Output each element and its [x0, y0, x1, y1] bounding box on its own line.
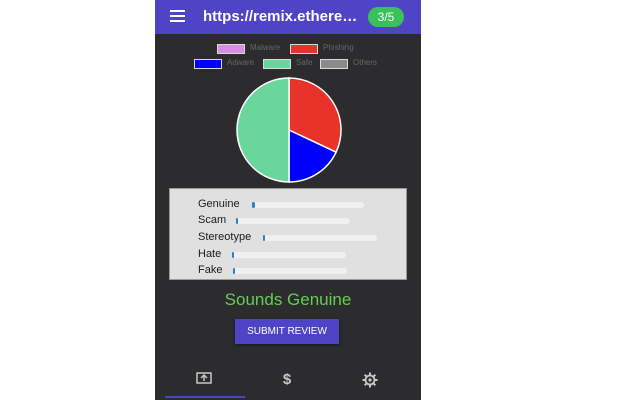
gear-icon — [362, 372, 378, 393]
bottom-nav: $ — [155, 364, 421, 400]
rating-badge: 3/5 — [368, 7, 404, 27]
score-fill — [263, 235, 266, 241]
score-label: Genuine — [198, 198, 240, 210]
legend-swatch — [263, 59, 291, 69]
score-fill — [233, 268, 236, 274]
score-row-stereotype: Stereotype — [170, 231, 406, 245]
hamburger-menu-icon[interactable] — [170, 10, 185, 22]
tab-report[interactable] — [163, 364, 245, 400]
score-label: Fake — [198, 264, 223, 276]
legend-item-safe: Safe — [263, 58, 319, 69]
report-icon — [196, 372, 212, 391]
top-bar: https://remix.ethereum.org 3/5 — [155, 0, 421, 34]
score-row-scam: Scam — [170, 214, 406, 228]
score-row-hate: Hate — [170, 248, 406, 262]
score-fill — [236, 218, 239, 224]
legend-swatch — [290, 44, 318, 54]
legend-swatch — [320, 59, 348, 69]
legend-item-phishing: Phishing — [290, 43, 360, 54]
score-track — [233, 268, 347, 274]
legend-label: Malware — [250, 43, 281, 52]
score-track — [236, 218, 350, 224]
tab-settings[interactable] — [329, 364, 411, 400]
legend-label: Safe — [296, 58, 313, 67]
legend-item-adware: Adware — [194, 58, 260, 69]
risk-pie-chart — [236, 77, 342, 183]
score-track — [232, 252, 346, 258]
legend-item-others: Others — [320, 58, 386, 69]
site-url: https://remix.ethereum.org — [203, 8, 365, 25]
submit-review-button[interactable]: SUBMIT REVIEW — [235, 319, 339, 344]
score-label: Stereotype — [198, 231, 252, 243]
legend-label: Others — [353, 58, 378, 67]
score-row-genuine: Genuine — [170, 198, 406, 212]
score-panel: Genuine Scam Stereotype Hate Fake — [169, 188, 407, 280]
extension-popup: https://remix.ethereum.org 3/5 Malware P… — [155, 0, 421, 400]
legend-swatch — [217, 44, 245, 54]
score-fill — [252, 202, 256, 208]
score-row-fake: Fake — [170, 264, 406, 278]
score-label: Hate — [198, 248, 222, 260]
legend-label: Adware — [227, 58, 255, 67]
score-fill — [232, 252, 235, 258]
score-track — [252, 202, 364, 208]
score-track — [263, 235, 377, 241]
verdict-text: Sounds Genuine — [224, 290, 352, 309]
legend-item-malware: Malware — [217, 43, 281, 54]
legend-label: Phishing — [323, 43, 354, 52]
dollar-icon: $ — [282, 371, 292, 388]
legend-swatch — [194, 59, 222, 69]
pie-slice-safe — [236, 77, 290, 183]
score-label: Scam — [198, 214, 227, 226]
tab-donate[interactable]: $ — [246, 364, 328, 400]
